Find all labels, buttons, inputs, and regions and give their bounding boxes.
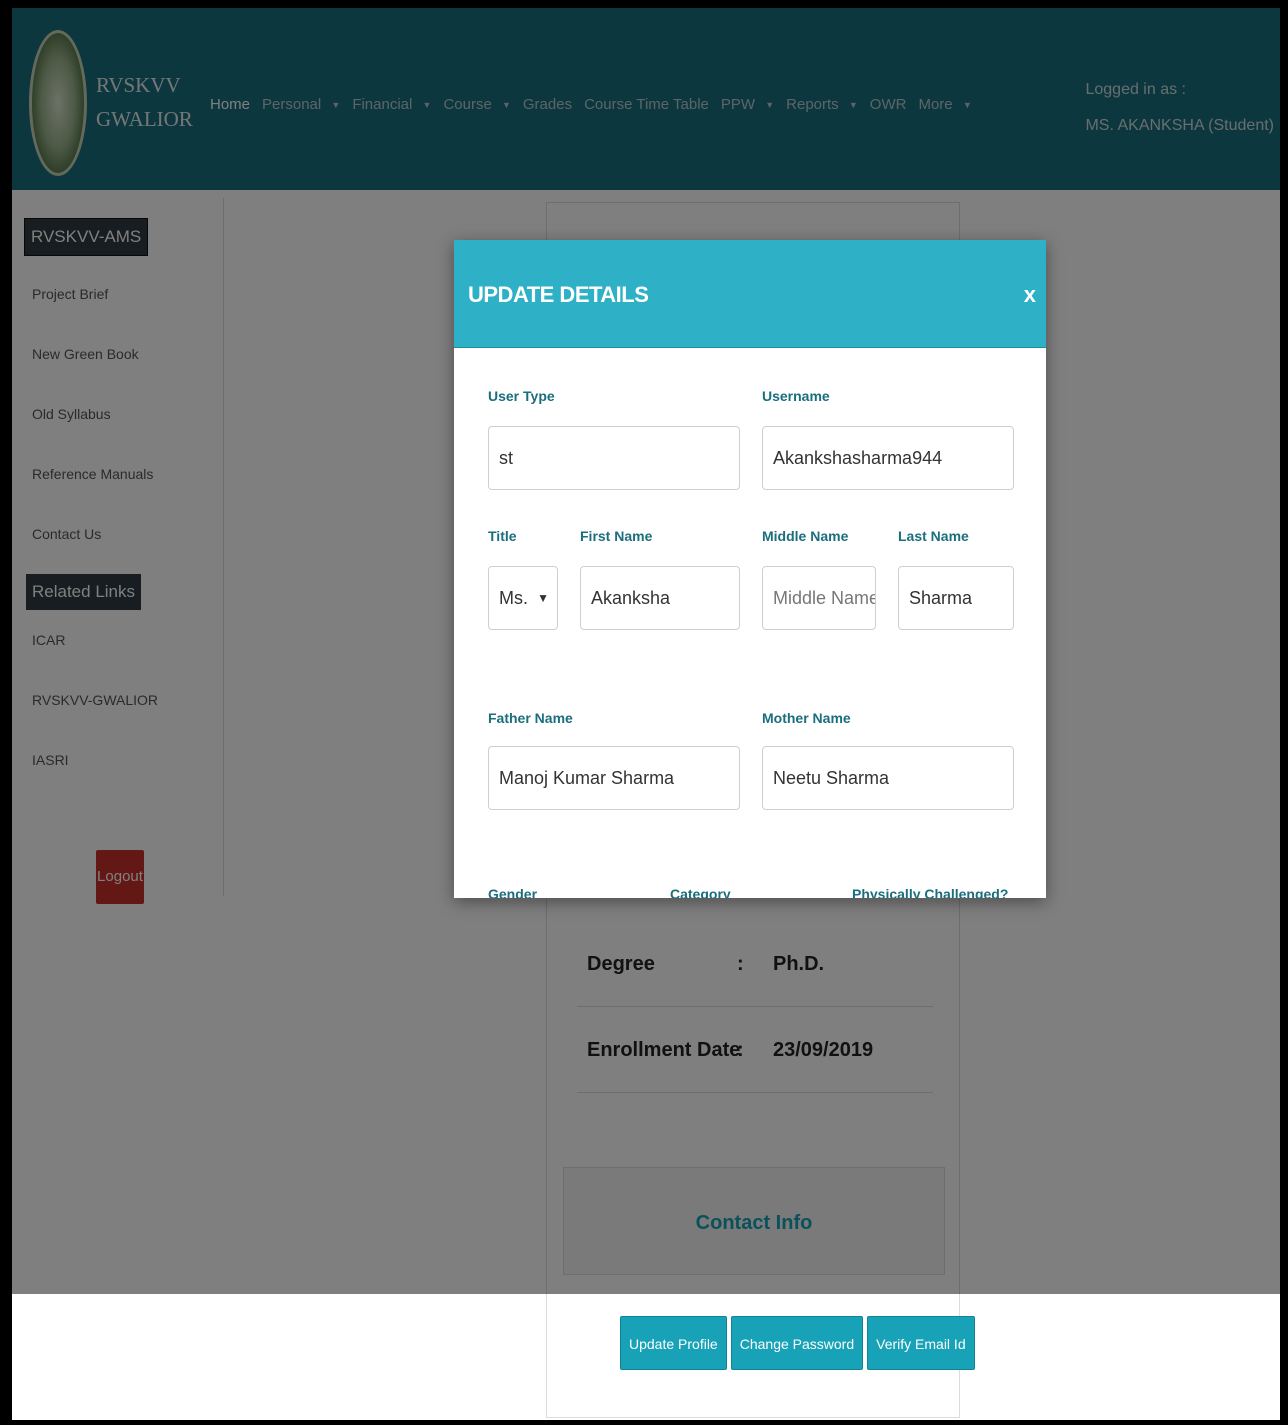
title-label: Title [488, 528, 517, 544]
chevron-down-icon: ▼ [537, 591, 549, 605]
update-details-modal: UPDATE DETAILS x User Type st Username A… [454, 240, 1046, 898]
last-name-field[interactable]: Sharma [898, 566, 1014, 630]
close-icon[interactable]: x [1024, 282, 1036, 308]
title-select[interactable]: Ms. ▼ [488, 566, 558, 630]
first-name-field[interactable]: Akanksha [580, 566, 740, 630]
profile-actions: Update Profile Change Password Verify Em… [620, 1316, 975, 1370]
title-select-value: Ms. [499, 588, 528, 608]
mother-name-label: Mother Name [762, 710, 851, 726]
verify-email-button[interactable]: Verify Email Id [867, 1316, 975, 1370]
username-field[interactable]: Akankshasharma944 [762, 426, 1014, 490]
middle-name-label: Middle Name [762, 528, 849, 544]
first-name-label: First Name [580, 528, 653, 544]
physically-challenged-label: Physically Challenged? [852, 886, 1009, 898]
update-profile-button[interactable]: Update Profile [620, 1316, 727, 1370]
user-type-field[interactable]: st [488, 426, 740, 490]
mother-name-field[interactable]: Neetu Sharma [762, 746, 1014, 810]
modal-title: UPDATE DETAILS [468, 282, 649, 307]
category-label: Category [670, 886, 731, 898]
app-screen: RVSKVV GWALIOR Home Personal ▼ Financial… [12, 8, 1280, 1420]
father-name-label: Father Name [488, 710, 573, 726]
change-password-button[interactable]: Change Password [730, 1316, 864, 1370]
gender-label: Gender [488, 886, 538, 898]
middle-name-field[interactable]: Middle Name [762, 566, 876, 630]
username-label: Username [762, 388, 830, 404]
last-name-label: Last Name [898, 528, 969, 544]
father-name-field[interactable]: Manoj Kumar Sharma [488, 746, 740, 810]
user-type-label: User Type [488, 388, 555, 404]
modal-header: UPDATE DETAILS x [454, 240, 1046, 348]
